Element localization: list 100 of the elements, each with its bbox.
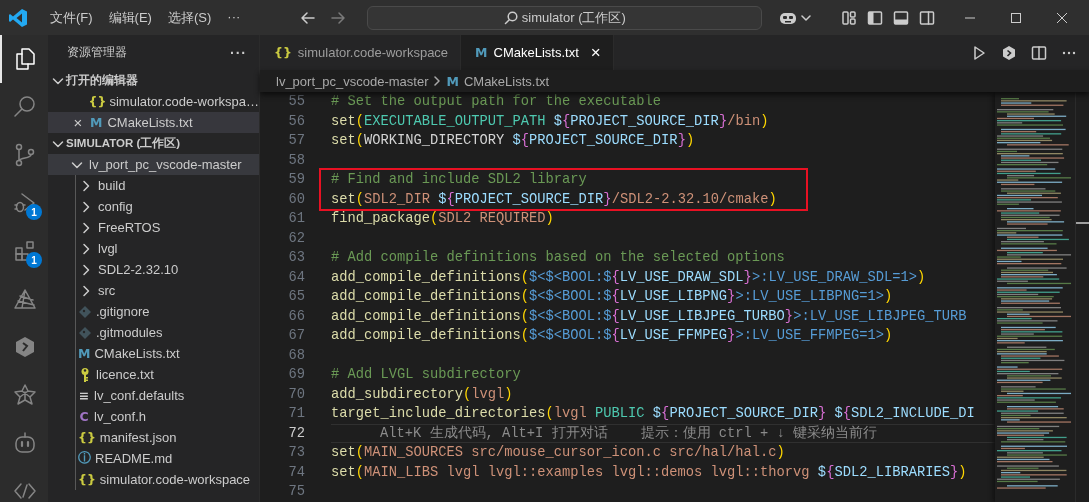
code-line: add_subdirectory(lvgl) [331, 385, 514, 404]
line-number: 62 [287, 229, 305, 248]
play-bug-icon[interactable] [13, 191, 37, 215]
scrollbar[interactable] [1075, 92, 1089, 502]
section-header[interactable]: SIMULATOR (工作区) [48, 133, 259, 154]
close-button[interactable]: × [590, 42, 601, 63]
panel-layout-icon[interactable] [893, 9, 910, 26]
menu-item[interactable]: 选择(S) [159, 5, 220, 30]
tree-item[interactable]: {} simulator.code-workspace [76, 469, 259, 490]
open-editor-item[interactable]: × M CMakeLists.txt [48, 112, 259, 133]
code-line: set(SDL2_DIR ${PROJECT_SOURCE_DIR}/SDL2-2.32.10/cmake) [331, 190, 778, 209]
code-line: add_compile_definitions($<$<BOOL:${LV_USE_FFMPEG}>:LV_USE_FFMPEG=1>) [331, 327, 894, 345]
line-number: 67 [287, 327, 305, 345]
tree-item[interactable]: FreeRTOS [76, 217, 259, 238]
search-icon [503, 10, 518, 25]
tree-item[interactable]: licence.txt [76, 364, 259, 385]
close-button[interactable]: × [71, 114, 85, 131]
knot-icon[interactable] [13, 383, 37, 407]
menu-item[interactable]: 文件(F) [42, 5, 101, 30]
file-icon: {} [78, 472, 96, 487]
tree-item[interactable]: ⓘ README.md [76, 448, 259, 469]
split-editor-icon[interactable] [1031, 44, 1047, 61]
file-icon: M [78, 346, 91, 361]
section-header[interactable]: 打开的编辑器 [48, 70, 259, 91]
line-number: 55 [287, 93, 305, 111]
line-number: 65 [287, 288, 305, 306]
line-number: 57 [287, 132, 305, 150]
line-number: 72 [287, 424, 305, 443]
panel-title: 资源管理器 [67, 44, 127, 61]
chevron-icon [432, 76, 443, 86]
hexagon-icon[interactable] [1001, 44, 1017, 61]
line-number: 73 [287, 444, 305, 462]
code-line: target_include_directories(lvgl PUBLIC ${PROJECT_SOURCE_DIR} ${SDL2_INCLUDE_DI [331, 405, 976, 423]
file-icon: {} [78, 430, 96, 445]
split-layout-icon[interactable] [919, 9, 936, 26]
line-number: 63 [287, 249, 305, 267]
tree-item[interactable]: ≡ lv_conf.defaults [76, 385, 259, 406]
file-icon: M [475, 45, 488, 60]
files-icon[interactable] [13, 47, 37, 71]
back-arrow-icon[interactable] [300, 9, 317, 26]
line-number: 60 [287, 190, 305, 209]
file-icon: {} [274, 45, 292, 60]
tree-item[interactable]: M CMakeLists.txt [76, 343, 259, 364]
code-line: add_compile_definitions($<$<BOOL:${LV_USE_DRAW_SDL}>:LV_USE_DRAW_SDL=1>) [331, 268, 927, 287]
line-number: 66 [287, 307, 305, 326]
tree-item[interactable]: build [76, 175, 259, 196]
line-number: 61 [287, 210, 305, 228]
menu-item[interactable]: 编辑(E) [100, 5, 160, 30]
count-badge: 1 [26, 252, 42, 268]
diamond-icon [78, 325, 92, 340]
forward-arrow-icon[interactable] [330, 9, 347, 26]
triangle-icon[interactable] [13, 287, 37, 311]
tree-item[interactable]: src [76, 280, 259, 301]
line-number: 64 [287, 268, 305, 287]
line-number: 70 [287, 385, 305, 404]
line-number: 58 [287, 151, 305, 170]
code-line: add_compile_definitions($<$<BOOL:${LV_USE_LIBPNG}>:LV_USE_LIBPNG=1>) [331, 288, 894, 306]
tree-item[interactable]: lv_port_pc_vscode-master [48, 154, 259, 175]
code-line: # Add compile definitions based on the selected options [331, 249, 786, 267]
code-line: # Add LVGL subdirectory [331, 366, 522, 384]
branch-icon[interactable] [13, 143, 37, 167]
code-line: add_compile_definitions($<$<BOOL:${LV_USE_LIBJPEG_TURBO}>:LV_USE_LIBJPEG_TURB [331, 307, 968, 326]
breadcrumb[interactable]: M CMakeLists.txt [446, 73, 550, 89]
tree-item[interactable]: {} manifest.json [76, 427, 259, 448]
count-badge: 1 [26, 204, 42, 220]
code-line: # Set the output path for the executable [331, 93, 663, 111]
editor-tab[interactable]: M CMakeLists.txt × [461, 35, 614, 70]
vscode-logo-icon[interactable] [8, 7, 28, 28]
line-number: 75 [287, 483, 305, 501]
command-center[interactable]: simulator (工作区) [367, 5, 763, 30]
robot-icon[interactable] [13, 431, 37, 455]
open-editor-item[interactable]: {} simulator.code-workspa… [48, 91, 259, 112]
code-line: set(MAIN_LIBS lvgl lvgl::examples lvgl::demos lvgl::thorvg ${SDL2_LIBRARIES}) [331, 463, 968, 482]
search-icon[interactable] [13, 95, 37, 119]
line-number: 68 [287, 346, 305, 365]
file-icon: ≡ [78, 388, 90, 403]
sidebar-layout-icon[interactable] [867, 9, 884, 26]
tree-item[interactable]: C lv_conf.h [76, 406, 259, 427]
code-line: set(EXECUTABLE_OUTPUT_PATH ${PROJECT_SOURCE_DIR}/bin) [331, 112, 770, 131]
tree-item[interactable]: SDL2-2.32.10 [76, 259, 259, 280]
file-icon: M [90, 115, 103, 130]
tree-item[interactable]: .gitignore [76, 301, 259, 322]
run-icon[interactable] [971, 44, 987, 61]
layout-icon[interactable] [841, 9, 858, 26]
line-number: 71 [287, 405, 305, 423]
code-line: find_package(SDL2 REQUIRED) [331, 210, 555, 228]
tree-item[interactable]: config [76, 196, 259, 217]
more-button[interactable]: ··· [230, 44, 247, 61]
file-icon: M [446, 73, 459, 89]
chevron-down-icon[interactable] [801, 12, 812, 23]
line-number: 74 [287, 463, 305, 482]
file-icon: C [78, 409, 90, 424]
breadcrumb[interactable]: lv_port_pc_vscode-master [276, 73, 429, 89]
line-number: 59 [287, 171, 305, 189]
extensions-icon[interactable] [13, 239, 37, 263]
diamond-icon [78, 304, 92, 319]
tree-item[interactable]: lvgl [76, 238, 259, 259]
menu-item[interactable]: ··· [219, 5, 249, 30]
code-line: set(WORKING_DIRECTORY ${PROJECT_SOURCE_DIR}) [331, 132, 696, 150]
tree-item[interactable]: .gitmodules [76, 322, 259, 343]
